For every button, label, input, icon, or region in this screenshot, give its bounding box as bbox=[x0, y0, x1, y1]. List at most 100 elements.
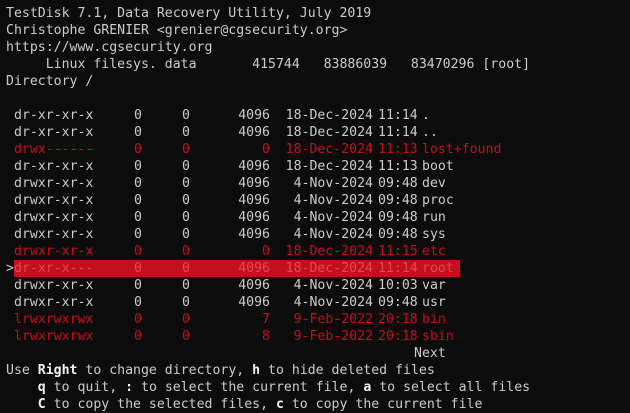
file-name: proc bbox=[422, 193, 454, 208]
help-key-colon: : bbox=[125, 380, 134, 395]
file-gid: 0 bbox=[182, 142, 190, 157]
file-uid: 0 bbox=[134, 176, 142, 191]
file-gid: 0 bbox=[182, 108, 190, 123]
file-date: 4-Nov-2024 bbox=[293, 295, 373, 310]
file-uid: 0 bbox=[134, 210, 142, 225]
file-time: 11:13 bbox=[378, 142, 418, 157]
help-text: to select the current file, bbox=[133, 380, 364, 395]
file-gid: 0 bbox=[182, 278, 190, 293]
file-size: 4096 bbox=[238, 295, 270, 310]
file-entry-parent-dir[interactable]: dr-xr-xr-x 0 0 4096 18-Dec-2024 11:14.. bbox=[6, 124, 466, 141]
file-uid: 0 bbox=[134, 312, 142, 327]
file-gid: 0 bbox=[182, 176, 190, 191]
file-date: 18-Dec-2024 bbox=[285, 108, 373, 123]
file-name: root bbox=[422, 261, 454, 276]
file-entry-etc[interactable]: drwxr-xr-x 0 0 0 18-Dec-2024 11:15 etc bbox=[6, 243, 466, 260]
file-time: 11:13 bbox=[378, 159, 418, 174]
file-entry-proc[interactable]: drwxr-xr-x 0 0 4096 4-Nov-2024 09:48 proc bbox=[6, 192, 466, 209]
file-time: 09:48 bbox=[378, 193, 418, 208]
file-size: 4096 bbox=[238, 176, 270, 191]
file-date: 4-Nov-2024 bbox=[293, 176, 373, 191]
file-size: 4096 bbox=[238, 227, 270, 242]
file-entry-current-dir[interactable]: dr-xr-xr-x 0 0 4096 18-Dec-2024 11:14. bbox=[6, 107, 466, 124]
help-key-C: C bbox=[37, 397, 46, 412]
help-text: to change directory, bbox=[77, 363, 253, 378]
file-time: 10:03 bbox=[378, 278, 418, 293]
file-permissions: drwxr-xr-x bbox=[14, 193, 94, 208]
next-page-link[interactable]: Next bbox=[414, 345, 446, 362]
file-gid: 0 bbox=[182, 210, 190, 225]
file-time: 11:14 bbox=[378, 125, 418, 140]
file-size: 4096 bbox=[238, 193, 270, 208]
file-uid: 0 bbox=[134, 193, 142, 208]
help-key-h: h bbox=[252, 363, 261, 378]
file-permissions: lrwxrwxrwx bbox=[14, 329, 94, 344]
file-entry-run[interactable]: drwxr-xr-x 0 0 4096 4-Nov-2024 09:48 run bbox=[6, 209, 466, 226]
file-size: 4096 bbox=[238, 108, 270, 123]
file-gid: 0 bbox=[182, 261, 190, 276]
file-gid: 0 bbox=[182, 312, 190, 327]
help-text: to hide deleted files bbox=[260, 363, 435, 378]
file-time: 09:48 bbox=[378, 210, 418, 225]
file-time: 20:18 bbox=[378, 329, 418, 344]
file-permissions: dr-xr-x--- bbox=[14, 261, 94, 276]
file-permissions: drwxr-xr-x bbox=[14, 244, 94, 259]
file-entry-var[interactable]: drwxr-xr-x 0 0 4096 4-Nov-2024 10:03 var bbox=[6, 277, 466, 294]
author-line: Christophe GRENIER <grenier@cgsecurity.o… bbox=[6, 23, 348, 38]
url-line: https://www.cgsecurity.org bbox=[6, 40, 213, 55]
file-time: 09:48 bbox=[378, 295, 418, 310]
file-entry-bin[interactable]: lrwxrwxrwx 0 0 7 9-Feb-2022 20:18 bin bbox=[6, 311, 466, 328]
help-text: to select all files bbox=[371, 380, 531, 395]
file-name: lost+found bbox=[422, 142, 502, 157]
file-uid: 0 bbox=[134, 142, 142, 157]
file-entry-sbin[interactable]: lrwxrwxrwx 0 0 8 9-Feb-2022 20:18 sbin bbox=[6, 328, 466, 345]
file-size: 4096 bbox=[238, 159, 270, 174]
help-text: to copy the current file bbox=[283, 397, 483, 412]
file-gid: 0 bbox=[182, 244, 190, 259]
file-entry-dev[interactable]: drwxr-xr-x 0 0 4096 4-Nov-2024 09:48 dev bbox=[6, 175, 466, 192]
file-size: 7 bbox=[262, 312, 270, 327]
file-name: boot bbox=[422, 159, 454, 174]
current-directory: Directory / bbox=[6, 74, 94, 89]
file-entry-boot[interactable]: dr-xr-xr-x 0 0 4096 18-Dec-2024 11:13 boot bbox=[6, 158, 466, 175]
file-entry-lost-found[interactable]: drwx------ 0 0 0 18-Dec-2024 11:13 lost+found bbox=[6, 141, 501, 158]
file-name: . bbox=[422, 108, 430, 123]
file-uid: 0 bbox=[134, 227, 142, 242]
file-entry-root[interactable]: > dr-xr-x--- 0 0 4096 18-Dec-2024 11:14 root bbox=[6, 260, 466, 277]
file-time: 20:18 bbox=[378, 312, 418, 327]
file-date: 4-Nov-2024 bbox=[293, 227, 373, 242]
file-entry-sys[interactable]: drwxr-xr-x 0 0 4096 4-Nov-2024 09:48 sys bbox=[6, 226, 466, 243]
file-time: 11:14 bbox=[378, 261, 418, 276]
file-time: 11:14 bbox=[378, 108, 418, 123]
file-date: 9-Feb-2022 bbox=[293, 312, 373, 327]
file-uid: 0 bbox=[134, 261, 142, 276]
file-entry-usr[interactable]: drwxr-xr-x 0 0 4096 4-Nov-2024 09:48 usr bbox=[6, 294, 466, 311]
file-date: 4-Nov-2024 bbox=[293, 278, 373, 293]
file-date: 18-Dec-2024 bbox=[285, 159, 373, 174]
help-text: to quit, bbox=[45, 380, 126, 395]
help-text: to copy the selected files, bbox=[45, 397, 276, 412]
file-size: 0 bbox=[262, 244, 270, 259]
cursor-indicator: > bbox=[6, 261, 14, 276]
file-permissions: drwxr-xr-x bbox=[14, 210, 94, 225]
file-date: 4-Nov-2024 bbox=[293, 193, 373, 208]
help-text: Use bbox=[6, 363, 38, 378]
file-size: 0 bbox=[262, 142, 270, 157]
help-key-c: c bbox=[275, 397, 284, 412]
file-date: 18-Dec-2024 bbox=[285, 261, 373, 276]
file-permissions: drwxr-xr-x bbox=[14, 295, 94, 310]
file-name: sys bbox=[422, 227, 446, 242]
file-permissions: drwx------ bbox=[14, 142, 94, 157]
file-gid: 0 bbox=[182, 159, 190, 174]
file-size: 4096 bbox=[238, 210, 270, 225]
file-uid: 0 bbox=[134, 125, 142, 140]
file-name: dev bbox=[422, 176, 446, 191]
file-permissions: drwxr-xr-x bbox=[14, 278, 94, 293]
file-permissions: drwxr-xr-x bbox=[14, 176, 94, 191]
file-name: usr bbox=[422, 295, 446, 310]
file-name: sbin bbox=[422, 329, 454, 344]
help-line-1: Use Right to change directory, h to hide… bbox=[6, 362, 435, 379]
file-uid: 0 bbox=[134, 244, 142, 259]
help-line-2: q to quit, : to select the current file,… bbox=[6, 379, 530, 396]
file-name: run bbox=[422, 210, 446, 225]
